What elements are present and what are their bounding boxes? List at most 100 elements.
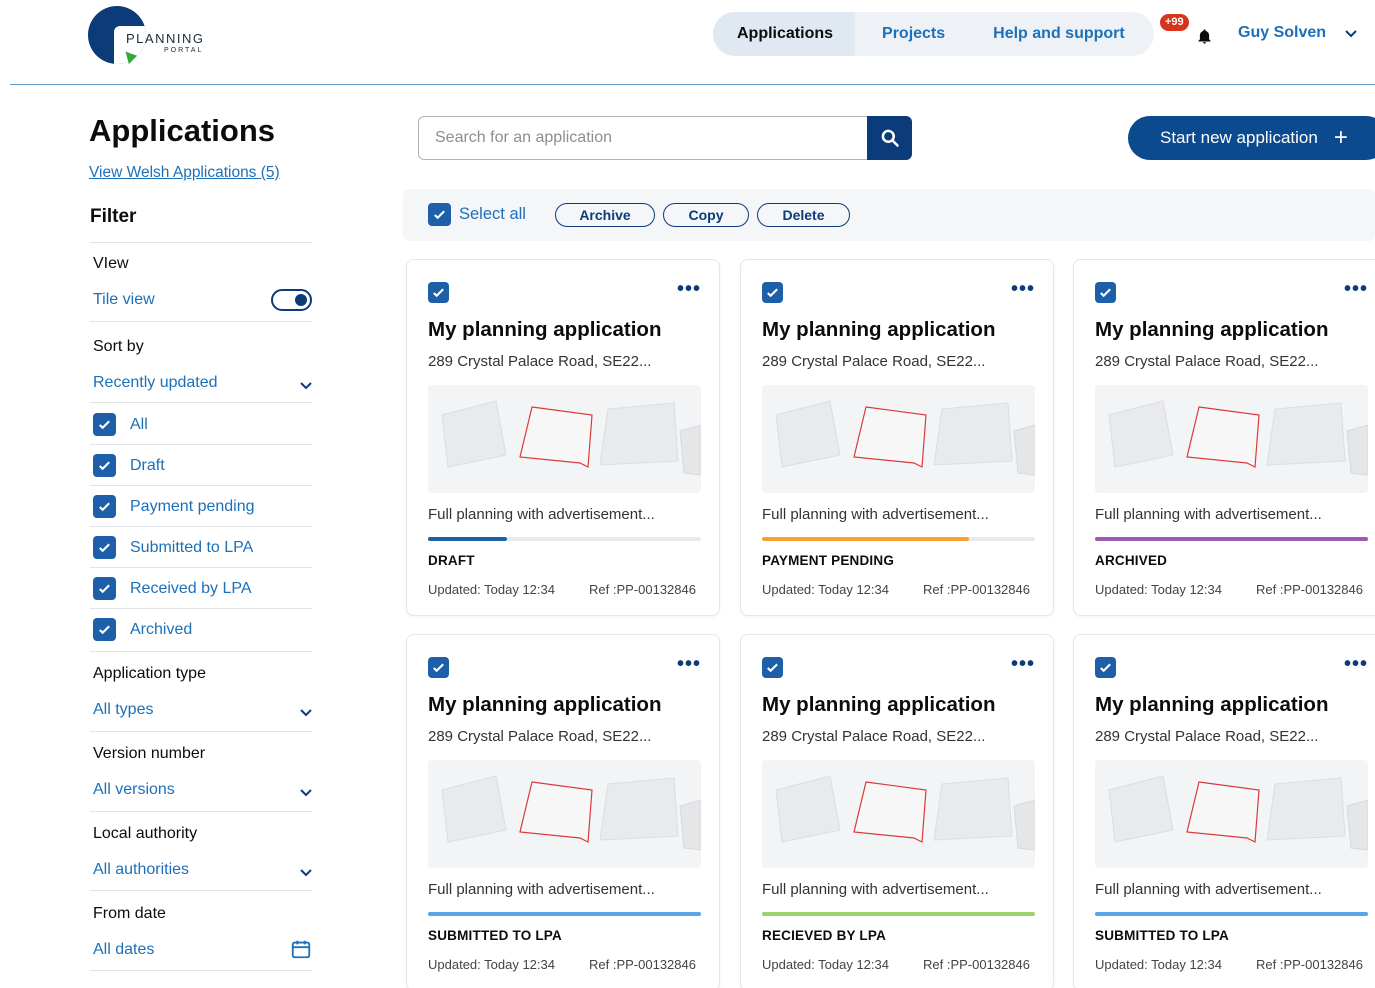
more-options-icon[interactable]: ••• bbox=[677, 653, 701, 676]
checkbox-checked-icon[interactable] bbox=[1095, 282, 1116, 303]
site-map-thumbnail bbox=[428, 385, 701, 493]
chevron-down-icon[interactable] bbox=[298, 378, 314, 394]
copy-button[interactable]: Copy bbox=[663, 203, 749, 227]
checkbox-checked-icon[interactable] bbox=[93, 536, 116, 559]
status-progress-bar bbox=[1095, 537, 1368, 541]
status-progress-fill bbox=[1095, 537, 1368, 541]
notifications-button[interactable]: +99 bbox=[1160, 14, 1220, 54]
status-filter-label: Submitted to LPA bbox=[130, 538, 254, 556]
header-divider bbox=[10, 84, 1375, 85]
application-card[interactable]: ••• My planning application 289 Crystal … bbox=[1073, 634, 1375, 988]
view-welsh-applications-link[interactable]: View Welsh Applications (5) bbox=[89, 164, 280, 182]
checkbox-checked-icon[interactable] bbox=[93, 577, 116, 600]
status-filter-submitted[interactable]: Submitted to LPA bbox=[93, 536, 253, 559]
nav-projects[interactable]: Projects bbox=[855, 12, 971, 56]
chevron-down-icon[interactable] bbox=[298, 785, 314, 801]
chevron-down-icon[interactable] bbox=[298, 705, 314, 721]
plus-icon: + bbox=[1333, 124, 1348, 151]
reference-number: Ref :PP-00132846 bbox=[589, 582, 696, 597]
search-input[interactable] bbox=[418, 116, 867, 160]
calendar-icon[interactable] bbox=[290, 938, 312, 960]
more-options-icon[interactable]: ••• bbox=[1344, 653, 1368, 676]
version-number-select[interactable]: All versions bbox=[93, 781, 175, 799]
application-card[interactable]: ••• My planning application 289 Crystal … bbox=[740, 259, 1054, 616]
nav-help-and-support[interactable]: Help and support bbox=[971, 12, 1125, 56]
checkbox-checked-icon[interactable] bbox=[762, 657, 783, 678]
application-card[interactable]: ••• My planning application 289 Crystal … bbox=[740, 634, 1054, 988]
checkbox-checked-icon[interactable] bbox=[428, 657, 449, 678]
card-address: 289 Crystal Palace Road, SE22... bbox=[762, 353, 986, 370]
reference-number: Ref :PP-00132846 bbox=[923, 957, 1030, 972]
card-title[interactable]: My planning application bbox=[428, 318, 661, 342]
status-filter-received[interactable]: Received by LPA bbox=[93, 577, 252, 600]
updated-timestamp: Updated: Today 12:34 bbox=[1095, 957, 1222, 972]
application-type: Full planning with advertisement... bbox=[762, 506, 989, 523]
chevron-down-icon[interactable] bbox=[1343, 26, 1359, 42]
checkbox-checked-icon[interactable] bbox=[1095, 657, 1116, 678]
status-progress-fill bbox=[428, 537, 508, 541]
status-progress-bar bbox=[1095, 912, 1368, 916]
status-filter-label: Received by LPA bbox=[130, 579, 252, 597]
site-map-thumbnail bbox=[1095, 760, 1368, 868]
status-progress-fill bbox=[762, 537, 970, 541]
from-date-input[interactable]: All dates bbox=[93, 941, 154, 959]
delete-button[interactable]: Delete bbox=[757, 203, 850, 227]
select-all-checkbox[interactable]: Select all bbox=[428, 203, 526, 226]
status-label: DRAFT bbox=[428, 553, 475, 568]
view-value: Tile view bbox=[93, 291, 155, 308]
start-new-application-button[interactable]: Start new application + bbox=[1128, 116, 1375, 160]
status-filter-draft[interactable]: Draft bbox=[93, 454, 165, 477]
application-type-label: Application type bbox=[93, 665, 206, 682]
card-title[interactable]: My planning application bbox=[762, 693, 995, 717]
card-title[interactable]: My planning application bbox=[1095, 693, 1328, 717]
divider bbox=[90, 242, 312, 243]
archive-button[interactable]: Archive bbox=[555, 203, 655, 227]
checkbox-checked-icon[interactable] bbox=[93, 454, 116, 477]
divider bbox=[90, 526, 312, 527]
card-title[interactable]: My planning application bbox=[428, 693, 661, 717]
checkbox-checked-icon[interactable] bbox=[428, 203, 451, 226]
reference-number: Ref :PP-00132846 bbox=[1256, 582, 1363, 597]
local-authority-select[interactable]: All authorities bbox=[93, 861, 189, 879]
checkbox-checked-icon[interactable] bbox=[762, 282, 783, 303]
status-filter-label: All bbox=[130, 415, 148, 433]
start-new-application-label: Start new application bbox=[1160, 128, 1318, 147]
divider bbox=[90, 402, 312, 403]
application-card[interactable]: ••• My planning application 289 Crystal … bbox=[406, 259, 720, 616]
logo-text: PLANNING bbox=[126, 31, 205, 46]
status-filter-archived[interactable]: Archived bbox=[93, 618, 192, 641]
card-title[interactable]: My planning application bbox=[762, 318, 995, 342]
status-label: SUBMITTED TO LPA bbox=[1095, 928, 1229, 943]
divider bbox=[90, 651, 312, 652]
status-filter-payment-pending[interactable]: Payment pending bbox=[93, 495, 255, 518]
planning-portal-logo[interactable]: PLANNING PORTAL bbox=[88, 6, 228, 65]
application-type-select[interactable]: All types bbox=[93, 701, 153, 719]
checkbox-checked-icon[interactable] bbox=[93, 495, 116, 518]
divider bbox=[90, 321, 312, 322]
search-button[interactable] bbox=[867, 116, 912, 160]
user-menu-name[interactable]: Guy Solven bbox=[1238, 24, 1326, 42]
more-options-icon[interactable]: ••• bbox=[1011, 278, 1035, 301]
card-title[interactable]: My planning application bbox=[1095, 318, 1328, 342]
status-filter-label: Archived bbox=[130, 620, 193, 638]
reference-number: Ref :PP-00132846 bbox=[1256, 957, 1363, 972]
nav-applications[interactable]: Applications bbox=[713, 12, 856, 56]
checkbox-checked-icon[interactable] bbox=[428, 282, 449, 303]
checkbox-checked-icon[interactable] bbox=[93, 413, 116, 436]
application-card[interactable]: ••• My planning application 289 Crystal … bbox=[1073, 259, 1375, 616]
more-options-icon[interactable]: ••• bbox=[677, 278, 701, 301]
status-filter-all[interactable]: All bbox=[93, 413, 148, 436]
chevron-down-icon[interactable] bbox=[298, 865, 314, 881]
application-card[interactable]: ••• My planning application 289 Crystal … bbox=[406, 634, 720, 988]
from-date-label: From date bbox=[93, 905, 166, 922]
checkbox-checked-icon[interactable] bbox=[93, 618, 116, 641]
tile-view-toggle[interactable] bbox=[271, 289, 312, 311]
more-options-icon[interactable]: ••• bbox=[1011, 653, 1035, 676]
application-type: Full planning with advertisement... bbox=[1095, 881, 1322, 898]
sort-by-label: Sort by bbox=[93, 338, 144, 355]
status-label: SUBMITTED TO LPA bbox=[428, 928, 562, 943]
application-type: Full planning with advertisement... bbox=[1095, 506, 1322, 523]
sort-by-select[interactable]: Recently updated bbox=[93, 374, 218, 392]
more-options-icon[interactable]: ••• bbox=[1344, 278, 1368, 301]
application-type: Full planning with advertisement... bbox=[762, 881, 989, 898]
